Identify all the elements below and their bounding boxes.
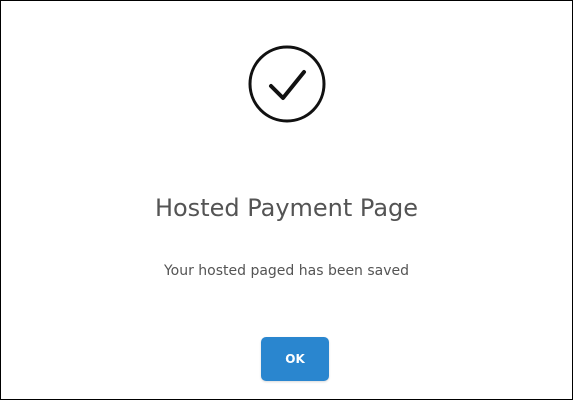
checkmark-stroke [269,70,306,100]
check-circle-outline [248,45,326,123]
dialog-title: Hosted Payment Page [154,194,419,222]
success-dialog: Hosted Payment Page Your hosted paged ha… [0,0,573,400]
dialog-message: Your hosted paged has been saved [163,263,410,279]
checkmark-circle-icon [248,45,326,123]
ok-button[interactable]: OK [261,337,329,381]
